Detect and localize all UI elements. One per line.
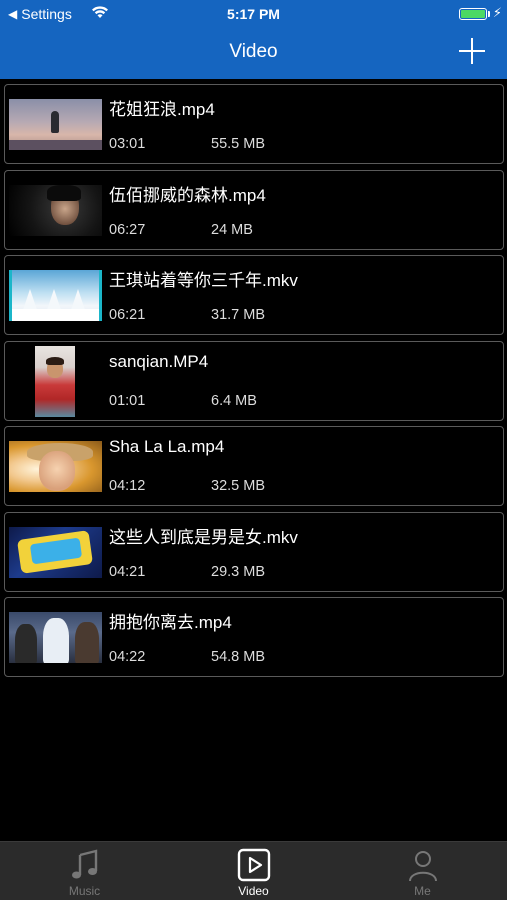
video-list: 花姐狂浪.mp4 03:01 55.5 MB 伍佰挪威的森林.mp4 06:27… [4,84,504,683]
video-size: 31.7 MB [211,307,265,323]
video-row[interactable]: 伍佰挪威的森林.mp4 06:27 24 MB [4,169,504,250]
video-title: 伍佰挪威的森林.mp4 [109,185,266,205]
video-row[interactable]: sanqian.MP4 01:01 6.4 MB [4,340,504,421]
video-thumbnail [9,526,102,578]
video-duration: 06:27 [109,221,146,238]
status-time: 5:17 PM [227,6,280,22]
battery-nub [488,11,490,17]
video-row[interactable]: Sha La La.mp4 04:12 32.5 MB [4,426,504,506]
video-duration: 04:22 [109,649,146,665]
video-duration: 06:21 [109,307,146,323]
play-square-icon [237,848,271,882]
charging-bolt-icon: ⚡ [492,5,502,20]
video-thumbnail [9,99,102,150]
video-size: 6.4 MB [211,392,257,409]
video-row[interactable]: 拥抱你离去.mp4 04:22 54.8 MB [4,597,504,677]
tab-label: Me [414,884,431,898]
video-thumbnail [9,270,102,321]
video-thumbnail [35,345,75,417]
tab-label: Video [238,884,269,898]
video-size: 55.5 MB [211,136,265,152]
battery-icon [459,8,487,20]
tab-music[interactable]: Music [0,842,169,900]
video-title: 王琪站着等你三千年.mkv [109,271,298,290]
video-thumbnail [9,441,102,492]
video-title: 花姐狂浪.mp4 [109,100,215,119]
header: ◀ Settings 5:17 PM ⚡ Video [0,0,507,79]
tab-bar: Music Video Me [0,841,507,900]
video-size: 32.5 MB [211,478,265,494]
video-row[interactable]: 花姐狂浪.mp4 03:01 55.5 MB [4,84,504,164]
video-row[interactable]: 王琪站着等你三千年.mkv 06:21 31.7 MB [4,255,504,335]
page-title: Video [229,41,278,62]
video-duration: 04:12 [109,478,146,494]
add-video-button[interactable] [459,38,485,64]
tab-video[interactable]: Video [169,842,338,900]
music-note-icon [72,849,98,879]
video-title: 拥抱你离去.mp4 [109,613,232,632]
video-thumbnail [9,184,102,236]
video-size: 29.3 MB [211,563,265,580]
video-thumbnail [9,612,102,663]
status-bar: ◀ Settings 5:17 PM ⚡ [0,0,507,28]
video-row[interactable]: 这些人到底是男是女.mkv 04:21 29.3 MB [4,511,504,592]
person-icon [409,851,437,882]
video-title: Sha La La.mp4 [109,437,225,456]
video-size: 54.8 MB [211,649,265,665]
video-duration: 04:21 [109,563,146,580]
tab-me[interactable]: Me [338,842,507,900]
video-duration: 01:01 [109,392,146,409]
video-size: 24 MB [211,221,253,238]
video-title: 这些人到底是男是女.mkv [109,527,298,547]
video-duration: 03:01 [109,136,146,152]
video-title: sanqian.MP4 [109,351,209,371]
tab-label: Music [68,884,101,898]
